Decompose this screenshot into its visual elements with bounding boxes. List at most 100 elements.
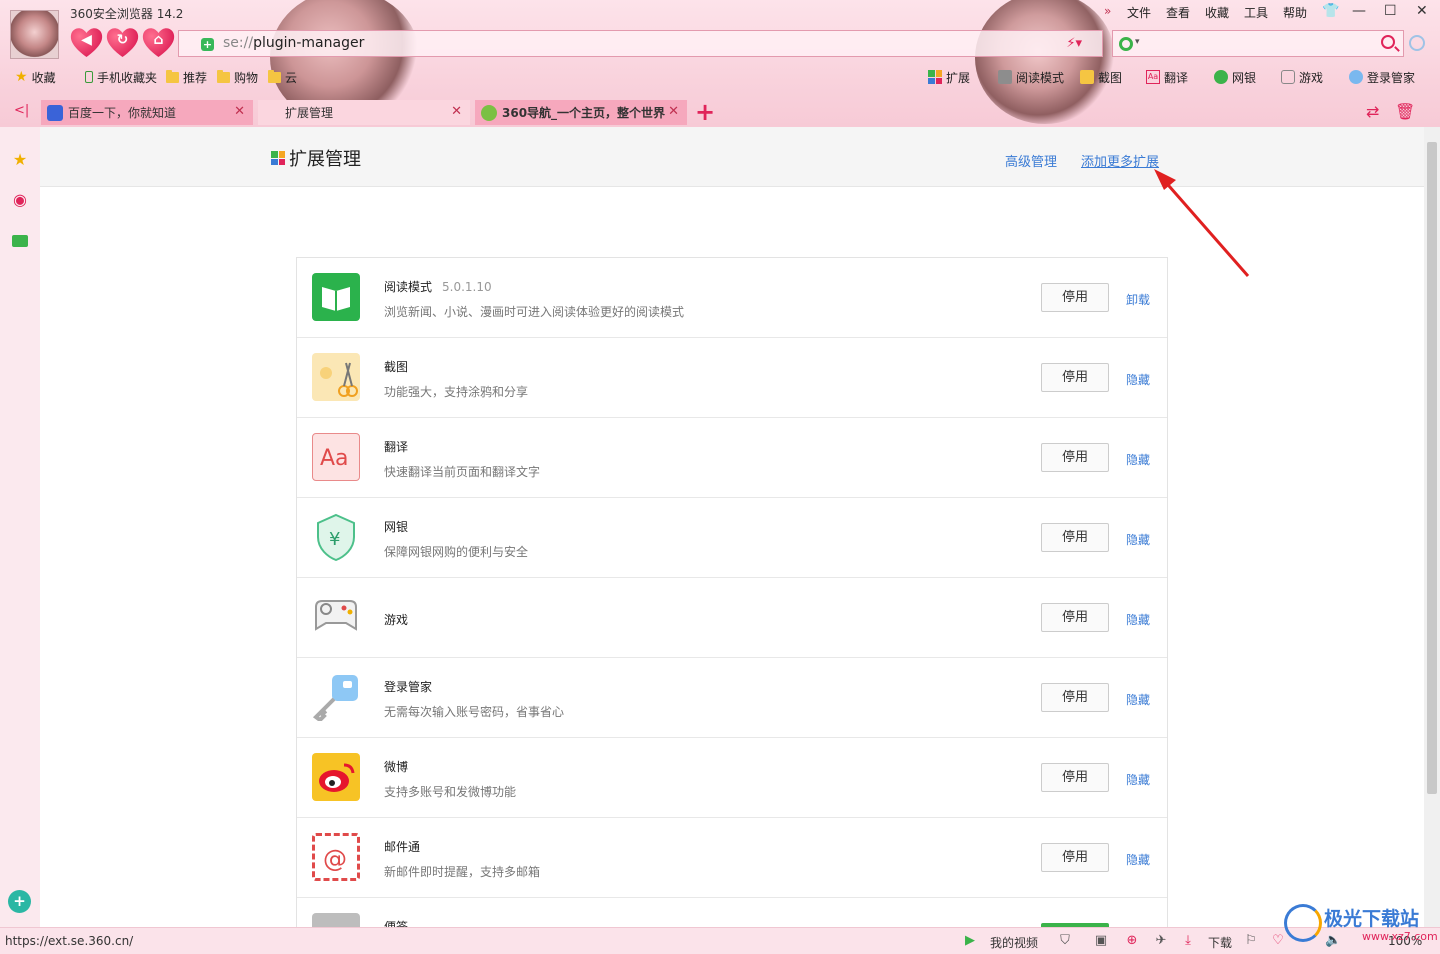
user-avatar[interactable] <box>10 10 59 59</box>
toolbar-label: 游戏 <box>1299 70 1324 85</box>
extension-desc: 无需每次输入账号密码，省事省心 <box>384 705 565 719</box>
menu-favorites[interactable]: 收藏 <box>1205 4 1229 21</box>
tab-close-icon[interactable]: ✕ <box>234 104 245 119</box>
sidebar-favorites-icon[interactable]: ★ <box>10 150 30 170</box>
svg-text:@: @ <box>323 845 347 873</box>
add-more-extensions-link[interactable]: 添加更多扩展 <box>1081 151 1159 170</box>
disable-button[interactable]: 停用 <box>1041 363 1109 392</box>
secure-shield-icon: + <box>201 38 214 51</box>
sidebar-mail-icon[interactable] <box>12 235 28 247</box>
disable-button[interactable]: 停用 <box>1041 523 1109 552</box>
watermark-logo: 极光下载站 www.xz7.com <box>1282 900 1438 948</box>
tab-close-icon[interactable]: ✕ <box>668 104 679 119</box>
disable-button[interactable]: 停用 <box>1041 443 1109 472</box>
menu-tools[interactable]: 工具 <box>1244 4 1268 21</box>
disable-button[interactable]: 停用 <box>1041 843 1109 872</box>
bookmark-mobile[interactable]: 手机收藏夹 <box>85 69 157 85</box>
close-button[interactable]: ✕ <box>1416 3 1428 19</box>
watermark-url: www.xz7.com <box>1362 930 1438 943</box>
tab-extension-manager[interactable]: 扩展管理 ✕ <box>258 100 470 125</box>
home-button[interactable]: ⌂ <box>142 27 175 58</box>
sidebar: ★ ◉ + <box>0 127 40 927</box>
search-box[interactable]: ▾ <box>1112 30 1404 57</box>
flag-icon[interactable]: ⚐ <box>1243 933 1259 949</box>
refresh-icon: ↻ <box>116 32 129 48</box>
chevron-down-icon[interactable]: ▾ <box>1135 37 1140 47</box>
mail-icon: @ <box>312 833 360 881</box>
search-icon[interactable] <box>1381 35 1395 49</box>
book-icon <box>998 70 1012 84</box>
advanced-management-link[interactable]: 高级管理 <box>1005 151 1057 170</box>
page-title: 扩展管理 <box>271 145 361 171</box>
weibo-icon <box>312 753 360 801</box>
my-videos-button[interactable]: 我的视频 <box>990 934 1038 951</box>
hide-link[interactable]: 隐藏 <box>1126 451 1150 468</box>
bookmark-favorites[interactable]: ★ 收藏 <box>15 69 56 85</box>
tab-switch-icon[interactable]: ⇄ <box>1366 102 1379 121</box>
sync-icon[interactable] <box>1409 35 1425 51</box>
minimize-button[interactable]: — <box>1352 3 1366 19</box>
bank-shield-icon: ¥ <box>312 513 360 562</box>
tab-360-nav[interactable]: 360导航_一个主页，整个世界 ✕ <box>475 100 687 125</box>
trash-icon[interactable]: 🗑 <box>1395 102 1415 121</box>
skin-shirt-icon[interactable]: 👕 <box>1322 3 1339 19</box>
address-bar[interactable]: + se://plugin-manager ⚡▾ <box>178 30 1103 57</box>
video-icon[interactable]: ▶ <box>962 933 978 949</box>
bookmark-label: 推荐 <box>183 70 208 85</box>
extension-name: 阅读模式 5.0.1.10 <box>384 280 492 294</box>
reader-icon <box>312 273 360 321</box>
home-icon: ⌂ <box>153 32 164 48</box>
toolbar-screenshot[interactable]: 截图 <box>1080 69 1122 85</box>
list-item: 登录管家 无需每次输入账号密码，省事省心 停用 隐藏 <box>297 658 1167 738</box>
menu-view[interactable]: 查看 <box>1166 4 1190 21</box>
pin-icon[interactable]: ✈ <box>1153 933 1169 949</box>
tab-baidu[interactable]: 百度一下，你就知道 ✕ <box>41 100 253 125</box>
back-button[interactable]: ◀ <box>70 27 103 58</box>
search-engine-icon[interactable] <box>1119 37 1133 51</box>
download-button[interactable]: 下载 <box>1208 934 1232 951</box>
hide-link[interactable]: 隐藏 <box>1126 531 1150 548</box>
menu-more-icon[interactable]: » <box>1104 4 1111 18</box>
tab-scroll-left-icon[interactable]: <| <box>14 103 29 118</box>
sidebar-weibo-icon[interactable]: ◉ <box>10 190 30 210</box>
menu-file[interactable]: 文件 <box>1127 4 1151 21</box>
refresh-button[interactable]: ↻ <box>106 27 139 58</box>
uninstall-link[interactable]: 卸载 <box>1126 291 1150 308</box>
disable-button[interactable]: 停用 <box>1041 683 1109 712</box>
sidebar-add-icon[interactable]: + <box>8 890 31 913</box>
hide-link[interactable]: 隐藏 <box>1126 851 1150 868</box>
360-icon <box>481 104 497 121</box>
disable-button[interactable]: 停用 <box>1041 763 1109 792</box>
shield-icon[interactable]: ⛉ <box>1057 933 1073 949</box>
plus-circle-icon[interactable]: ⊕ <box>1124 933 1140 949</box>
image-icon[interactable]: ▣ <box>1093 933 1109 949</box>
svg-text:¥: ¥ <box>329 529 340 550</box>
maximize-button[interactable]: ☐ <box>1384 3 1397 19</box>
scrollbar-thumb[interactable] <box>1427 142 1437 794</box>
download-icon[interactable]: ⤓ <box>1180 933 1196 949</box>
bookmark-folder-cloud[interactable]: 云 <box>268 69 297 85</box>
speed-mode-icon[interactable]: ⚡▾ <box>1066 36 1082 51</box>
toolbar-reader[interactable]: 阅读模式 <box>998 69 1064 85</box>
toolbar-games[interactable]: 游戏 <box>1281 69 1323 85</box>
hide-link[interactable]: 隐藏 <box>1126 611 1150 628</box>
toolbar-bank[interactable]: 网银 <box>1214 69 1256 85</box>
new-tab-button[interactable]: + <box>695 98 715 126</box>
tab-close-icon[interactable]: ✕ <box>451 104 462 119</box>
bookmark-folder-shopping[interactable]: 购物 <box>217 69 258 85</box>
bookmark-label: 收藏 <box>31 70 56 85</box>
gamepad-icon <box>312 593 360 641</box>
bookmark-folder-recommend[interactable]: 推荐 <box>166 69 207 85</box>
tab-title: 百度一下，你就知道 <box>68 106 177 120</box>
disable-button[interactable]: 停用 <box>1041 283 1109 312</box>
menu-help[interactable]: 帮助 <box>1283 4 1307 21</box>
hide-link[interactable]: 隐藏 <box>1126 691 1150 708</box>
hide-link[interactable]: 隐藏 <box>1126 371 1150 388</box>
address-url[interactable]: se://plugin-manager <box>223 35 364 51</box>
hide-link[interactable]: 隐藏 <box>1126 771 1150 788</box>
toolbar-login-manager[interactable]: 登录管家 <box>1349 69 1415 85</box>
toolbar-translate[interactable]: Aa 翻译 <box>1146 69 1188 85</box>
disable-button[interactable]: 停用 <box>1041 603 1109 632</box>
list-item: 便签 <box>297 898 1167 927</box>
toolbar-extensions[interactable]: 扩展 <box>928 69 970 85</box>
